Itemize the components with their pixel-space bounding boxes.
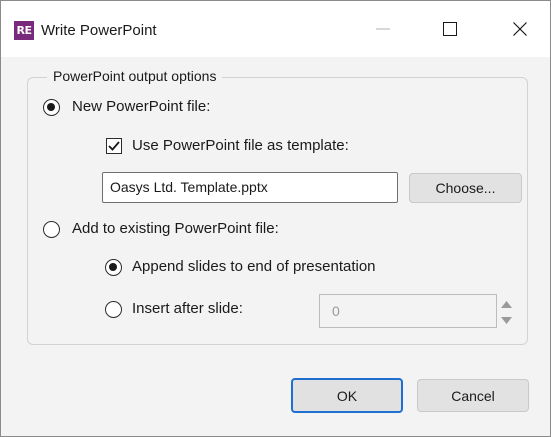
title-bar[interactable]: RE Write PowerPoint [1,1,550,57]
use-template-checkbox[interactable] [106,138,122,154]
minimize-button[interactable] [360,1,406,57]
checkmark-icon [108,141,120,151]
triangle-up-icon [501,300,512,308]
new-file-radio[interactable] [43,99,60,116]
ok-button[interactable]: OK [291,378,403,413]
dialog-window: RE Write PowerPoint PowerPoint output op… [0,0,551,437]
app-logo-icon: RE [14,21,34,40]
insert-after-spinner[interactable]: 0 [319,294,512,328]
add-existing-radio[interactable] [43,221,60,238]
spin-down-button[interactable] [498,312,515,328]
close-icon [513,22,527,36]
append-slides-label[interactable]: Append slides to end of presentation [132,257,376,277]
cancel-button[interactable]: Cancel [417,379,529,412]
insert-after-radio[interactable] [105,301,122,318]
minimize-icon [376,28,390,30]
new-file-label[interactable]: New PowerPoint file: [72,97,210,117]
add-existing-label[interactable]: Add to existing PowerPoint file: [72,219,279,239]
triangle-down-icon [501,316,512,324]
close-button[interactable] [497,1,543,57]
maximize-button[interactable] [427,1,473,57]
choose-button[interactable]: Choose... [409,173,522,203]
insert-after-label[interactable]: Insert after slide: [132,299,243,319]
window-title: Write PowerPoint [41,22,157,39]
template-path-input[interactable]: Oasys Ltd. Template.pptx [102,172,398,203]
append-slides-radio[interactable] [105,259,122,276]
maximize-icon [443,22,457,36]
use-template-label[interactable]: Use PowerPoint file as template: [132,136,349,156]
spin-up-button[interactable] [498,296,515,312]
insert-after-value: 0 [332,303,340,319]
group-legend: PowerPoint output options [47,67,223,85]
